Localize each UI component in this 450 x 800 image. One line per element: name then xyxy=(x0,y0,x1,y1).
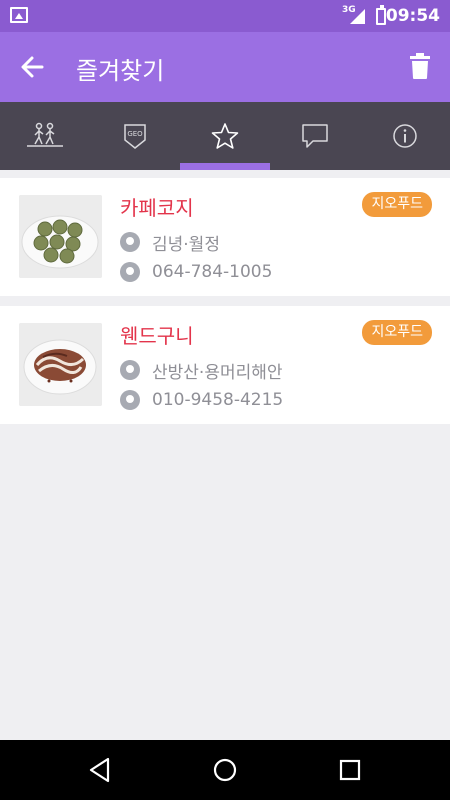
trash-icon xyxy=(410,53,430,79)
triangle-back-icon xyxy=(89,757,110,783)
hikers-icon xyxy=(27,122,63,147)
place-location: 산방산·용머리해안 xyxy=(152,362,283,383)
food-thumbnail xyxy=(19,323,102,406)
delete-button[interactable] xyxy=(408,52,432,80)
location-row: 김녕·월정 xyxy=(120,230,220,255)
phone-pin-icon xyxy=(120,390,140,410)
swirl-cake-image xyxy=(19,323,102,406)
tab-geo[interactable]: GEO xyxy=(90,102,180,170)
tab-trail[interactable] xyxy=(0,102,90,170)
phone-row[interactable]: 010-9458-4215 xyxy=(120,388,283,412)
favorites-list: 카페코지 지오푸드 김녕·월정 064-784-1005 웬드구니 지오푸드 산… xyxy=(0,178,450,434)
place-name: 웬드구니 xyxy=(120,324,194,348)
location-pin-icon xyxy=(120,232,140,252)
nav-home-button[interactable] xyxy=(209,754,241,786)
place-phone[interactable]: 010-9458-4215 xyxy=(152,390,283,410)
info-icon xyxy=(393,124,417,148)
geo-label: GEO xyxy=(127,130,143,138)
app-bar: 즐겨찾기 xyxy=(0,32,450,102)
chat-icon xyxy=(302,124,328,148)
list-item[interactable]: 카페코지 지오푸드 김녕·월정 064-784-1005 xyxy=(0,178,450,296)
battery-icon xyxy=(376,5,386,25)
phone-pin-icon xyxy=(120,262,140,282)
tab-bar: GEO xyxy=(0,102,450,170)
category-badge: 지오푸드 xyxy=(362,320,432,345)
back-button[interactable] xyxy=(14,50,54,84)
square-recents-icon xyxy=(339,759,361,781)
star-icon xyxy=(211,123,239,149)
tab-info[interactable] xyxy=(360,102,450,170)
location-pin-icon xyxy=(120,360,140,380)
list-item[interactable]: 웬드구니 지오푸드 산방산·용머리해안 010-9458-4215 xyxy=(0,306,450,424)
page-title: 즐겨찾기 xyxy=(76,57,165,85)
signal-icon xyxy=(350,9,365,24)
food-thumbnail xyxy=(19,195,102,278)
nav-recents-button[interactable] xyxy=(334,754,366,786)
location-row: 산방산·용머리해안 xyxy=(120,358,283,383)
arrow-left-icon xyxy=(21,56,44,78)
nav-back-button[interactable] xyxy=(84,754,116,786)
status-time: 09:54 xyxy=(385,6,440,26)
geo-icon: GEO xyxy=(124,124,146,149)
place-phone[interactable]: 064-784-1005 xyxy=(152,262,272,282)
status-bar: 3G 09:54 xyxy=(0,0,450,32)
tab-comments[interactable] xyxy=(270,102,360,170)
category-badge: 지오푸드 xyxy=(362,192,432,217)
image-notification-icon xyxy=(10,7,28,23)
place-name: 카페코지 xyxy=(120,196,194,220)
tab-favorites[interactable] xyxy=(180,102,270,170)
system-nav-bar xyxy=(0,740,450,800)
place-location: 김녕·월정 xyxy=(152,234,220,255)
circle-home-icon xyxy=(213,758,237,782)
muffins-image xyxy=(19,195,102,278)
phone-row[interactable]: 064-784-1005 xyxy=(120,260,272,284)
